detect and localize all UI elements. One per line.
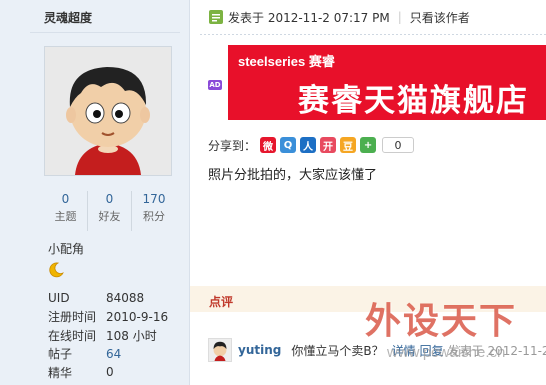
comment-header: [190, 286, 546, 312]
ad-title: 赛睿天猫旗舰店: [298, 83, 529, 119]
info-value: 84088: [106, 291, 145, 306]
avatar[interactable]: [44, 46, 172, 176]
stat-topics[interactable]: 0 主题: [44, 191, 88, 231]
share-label: 分享到：: [208, 138, 257, 153]
avatar-image: [45, 47, 171, 175]
comment-item: yuting 你懂立马个卖B？ 详情 回复 发表于 2012-11-2 0: [208, 338, 546, 362]
separator: |: [397, 10, 402, 24]
info-key: 注册时间: [48, 310, 97, 325]
stat-label: 积分: [143, 210, 165, 223]
ad-brand: steelseries 赛睿: [238, 54, 335, 69]
moon-icon: [49, 262, 64, 278]
stat-value: 170: [142, 192, 166, 206]
info-row: 在线时间 108 小时: [48, 326, 188, 345]
user-sidebar: 灵魂超度 0 主题 0 好友 170 积分 小配角 UID 84088 注册时间…: [0, 0, 190, 385]
user-info: UID 84088 注册时间 2010-9-16 在线时间 108 小时 帖子 …: [48, 289, 188, 382]
user-rank: 小配角: [48, 242, 85, 256]
share-count: 0: [382, 137, 415, 153]
divider: [30, 32, 180, 33]
comment-detail-link[interactable]: 详情: [392, 342, 416, 359]
weibo-icon[interactable]: 微: [260, 137, 277, 153]
kaixin-icon[interactable]: 开: [320, 137, 337, 153]
renren-icon[interactable]: 人: [300, 137, 317, 153]
ad-badge: AD: [208, 80, 222, 90]
stat-friends[interactable]: 0 好友: [88, 191, 132, 231]
divider: [200, 34, 546, 35]
comment-title: 点评: [209, 295, 234, 309]
stat-label: 主题: [54, 210, 77, 223]
info-key: 在线时间: [48, 328, 97, 343]
post-icon: [209, 10, 223, 24]
comment-reply-link[interactable]: 回复: [420, 342, 444, 359]
info-row: 注册时间 2010-9-16: [48, 308, 188, 327]
douban-icon[interactable]: 豆: [340, 137, 357, 153]
info-row: 精华 0: [48, 363, 188, 382]
info-row: 帖子 64: [48, 345, 188, 364]
info-value-link[interactable]: 64: [106, 347, 121, 361]
info-value: 0: [106, 365, 114, 380]
comment-text: 你懂立马个卖B？: [291, 343, 384, 358]
author-only-link[interactable]: 只看该作者: [410, 9, 470, 26]
comment-time: 发表于 2012-11-2 0: [447, 343, 546, 358]
stat-value: 0: [105, 192, 114, 206]
info-row: UID 84088: [48, 289, 188, 308]
stat-value: 0: [61, 192, 70, 206]
qzone-icon[interactable]: Q: [280, 137, 297, 153]
info-value: 108 小时: [106, 328, 157, 343]
share-bar: 分享到： 微 Q 人 开 豆 + 0: [208, 136, 415, 154]
stat-points[interactable]: 170 积分: [132, 191, 176, 231]
info-value: 2010-9-16: [106, 309, 169, 324]
info-key: 精华: [48, 365, 73, 380]
info-key: 帖子: [48, 347, 73, 362]
info-key: UID: [48, 291, 70, 306]
comment-avatar[interactable]: [208, 338, 232, 362]
ad-banner[interactable]: steelseries 赛睿 赛睿天猫旗舰店: [228, 45, 546, 120]
stat-label: 好友: [98, 210, 121, 223]
comment-user-link[interactable]: yuting: [238, 343, 281, 357]
post-header: 发表于 2012-11-2 07:17 PM | 只看该作者: [208, 8, 470, 26]
username[interactable]: 灵魂超度: [44, 9, 92, 26]
post-body: 照片分批拍的，大家应该懂了: [208, 168, 378, 183]
user-stats: 0 主题 0 好友 170 积分: [44, 191, 176, 231]
plus-icon[interactable]: +: [360, 137, 377, 153]
post-time: 发表于 2012-11-2 07:17 PM: [228, 10, 390, 25]
